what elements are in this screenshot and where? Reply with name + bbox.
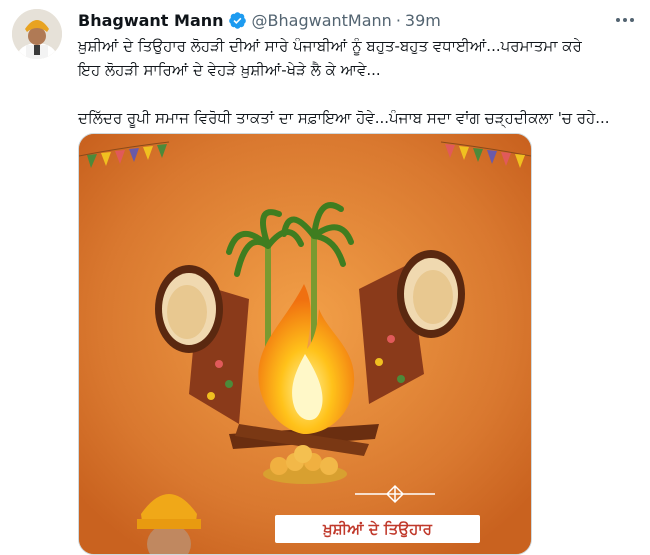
tweet-text-line: ਦਲਿੱਦਰ ਰੂਪੀ ਸਮਾਜ ਵਿਰੋਧੀ ਤਾਕਤਾਂ ਦਾ ਸਫ਼ਾਇਆ… (78, 109, 610, 127)
more-options-icon[interactable] (612, 10, 638, 30)
media-banner-text: ਖ਼ੁਸ਼ੀਆਂ ਦੇ ਤਿਉਹਾਰ (275, 515, 480, 543)
lohri-illustration (79, 134, 531, 554)
tweet-text: ਖ਼ੁਸ਼ੀਆਂ ਦੇ ਤਿਉਹਾਰ ਲੋਹੜੀ ਦੀਆਂ ਸਾਰੇ ਪੰਜਾਬ… (78, 34, 638, 130)
separator-dot: · (395, 10, 401, 30)
tweet: Bhagwant Mann @BhagwantMann · 39m ਖ਼ੁਸ਼ੀ… (0, 0, 650, 555)
tweet-timestamp[interactable]: 39m (405, 11, 441, 30)
verified-badge-icon (228, 11, 246, 29)
tweet-header: Bhagwant Mann @BhagwantMann · 39m (78, 8, 441, 32)
author-name[interactable]: Bhagwant Mann (78, 11, 224, 30)
avatar-image (12, 9, 62, 59)
tweet-text-line: ਖ਼ੁਸ਼ੀਆਂ ਦੇ ਤਿਉਹਾਰ ਲੋਹੜੀ ਦੀਆਂ ਸਾਰੇ ਪੰਜਾਬ… (78, 37, 582, 55)
tweet-media-image[interactable]: ਖ਼ੁਸ਼ੀਆਂ ਦੇ ਤਿਉਹਾਰ (78, 133, 532, 555)
tweet-text-line: ਇਹ ਲੋਹੜੀ ਸਾਰਿਆਂ ਦੇ ਵੇਹੜੇ ਖ਼ੁਸ਼ੀਆਂ-ਖੇੜੇ ਲ… (78, 61, 381, 79)
author-handle[interactable]: @BhagwantMann (252, 11, 392, 30)
avatar[interactable] (12, 9, 62, 59)
